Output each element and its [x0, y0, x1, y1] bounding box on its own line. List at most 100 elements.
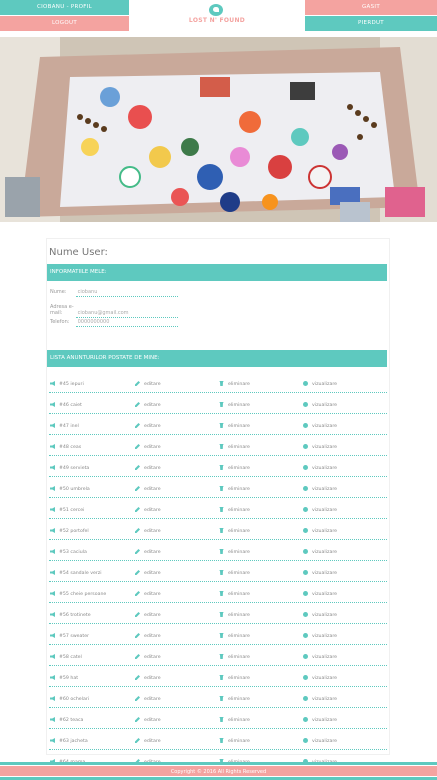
post-title-link[interactable]: #51 cercei	[50, 507, 84, 513]
view-link[interactable]: vizualizare	[303, 717, 337, 723]
profile-button[interactable]: CIOBANU - PROFIL	[0, 0, 129, 15]
edit-link[interactable]: editare	[135, 654, 161, 660]
edit-label: editare	[144, 634, 161, 639]
view-link[interactable]: vizualizare	[303, 507, 337, 513]
post-title-link[interactable]: #46 caiet	[50, 402, 82, 408]
post-title-link[interactable]: #52 portofel	[50, 528, 89, 534]
delete-label: eliminare	[228, 466, 250, 471]
view-link[interactable]: vizualizare	[303, 591, 337, 597]
edit-link[interactable]: editare	[135, 507, 161, 513]
edit-link[interactable]: editare	[135, 465, 161, 471]
post-title-link[interactable]: #62 teaca	[50, 717, 83, 723]
delete-link[interactable]: eliminare	[219, 528, 250, 534]
delete-link[interactable]: eliminare	[219, 423, 250, 429]
view-link[interactable]: vizualizare	[303, 633, 337, 639]
delete-label: eliminare	[228, 403, 250, 408]
logout-button[interactable]: LOGOUT	[0, 16, 129, 31]
edit-label: editare	[144, 655, 161, 660]
megaphone-icon	[50, 465, 55, 470]
megaphone-icon	[50, 486, 55, 491]
email-field[interactable]: ciobanu@gmail.com	[75, 310, 178, 318]
delete-link[interactable]: eliminare	[219, 402, 250, 408]
edit-link[interactable]: editare	[135, 696, 161, 702]
view-link[interactable]: vizualizare	[303, 696, 337, 702]
post-title-link[interactable]: #53 caciula	[50, 549, 87, 555]
delete-link[interactable]: eliminare	[219, 444, 250, 450]
view-link[interactable]: vizualizare	[303, 444, 337, 450]
view-link[interactable]: vizualizare	[303, 549, 337, 555]
delete-link[interactable]: eliminare	[219, 717, 250, 723]
delete-label: eliminare	[228, 424, 250, 429]
delete-link[interactable]: eliminare	[219, 591, 250, 597]
view-label: vizualizare	[312, 592, 338, 597]
post-title-link[interactable]: #54 sandale verzi	[50, 570, 102, 576]
edit-label: editare	[144, 571, 161, 576]
view-link[interactable]: vizualizare	[303, 612, 337, 618]
edit-link[interactable]: editare	[135, 717, 161, 723]
delete-link[interactable]: eliminare	[219, 381, 250, 387]
delete-link[interactable]: eliminare	[219, 738, 250, 744]
view-link[interactable]: vizualizare	[303, 570, 337, 576]
view-link[interactable]: vizualizare	[303, 738, 337, 744]
view-link[interactable]: vizualizare	[303, 402, 337, 408]
delete-link[interactable]: eliminare	[219, 612, 250, 618]
post-title-link[interactable]: #63 jacheta	[50, 738, 88, 744]
edit-link[interactable]: editare	[135, 591, 161, 597]
view-link[interactable]: vizualizare	[303, 423, 337, 429]
delete-link[interactable]: eliminare	[219, 675, 250, 681]
lost-button[interactable]: PIERDUT	[305, 16, 437, 31]
post-title-link[interactable]: #55 cheie persoane	[50, 591, 106, 597]
delete-link[interactable]: eliminare	[219, 633, 250, 639]
post-title-link[interactable]: #48 ceas	[50, 444, 81, 450]
profile-panel: Nume User: INFORMATIILE MELE: Nume: ciob…	[46, 238, 390, 771]
view-label: vizualizare	[312, 382, 338, 387]
view-link[interactable]: vizualizare	[303, 465, 337, 471]
post-title-link[interactable]: #57 sweater	[50, 633, 89, 639]
edit-link[interactable]: editare	[135, 549, 161, 555]
post-title-link[interactable]: #45 iepuri	[50, 381, 84, 387]
delete-link[interactable]: eliminare	[219, 465, 250, 471]
delete-link[interactable]: eliminare	[219, 486, 250, 492]
post-title-link[interactable]: #50 umbrela	[50, 486, 90, 492]
edit-link[interactable]: editare	[135, 423, 161, 429]
delete-link[interactable]: eliminare	[219, 654, 250, 660]
edit-link[interactable]: editare	[135, 381, 161, 387]
delete-link[interactable]: eliminare	[219, 696, 250, 702]
eye-icon	[303, 465, 308, 470]
edit-link[interactable]: editare	[135, 528, 161, 534]
delete-link[interactable]: eliminare	[219, 570, 250, 576]
edit-link[interactable]: editare	[135, 675, 161, 681]
delete-link[interactable]: eliminare	[219, 549, 250, 555]
edit-link[interactable]: editare	[135, 570, 161, 576]
view-link[interactable]: vizualizare	[303, 675, 337, 681]
view-link[interactable]: vizualizare	[303, 486, 337, 492]
post-title-link[interactable]: #49 servieta	[50, 465, 89, 471]
megaphone-icon	[50, 444, 55, 449]
post-row: #49 servieta editare eliminare vizualizare	[49, 456, 387, 477]
edit-link[interactable]: editare	[135, 486, 161, 492]
post-title-link[interactable]: #59 hat	[50, 675, 78, 681]
post-title-link[interactable]: #47 inel	[50, 423, 79, 429]
edit-link[interactable]: editare	[135, 612, 161, 618]
found-button[interactable]: GASIT	[305, 0, 437, 15]
post-title-link[interactable]: #60 ochelari	[50, 696, 89, 702]
site-logo[interactable]: LOST N' FOUND	[129, 0, 305, 31]
view-link[interactable]: vizualizare	[303, 381, 337, 387]
post-title-link[interactable]: #58 catel	[50, 654, 82, 660]
view-link[interactable]: vizualizare	[303, 654, 337, 660]
edit-link[interactable]: editare	[135, 633, 161, 639]
post-title: #45 iepuri	[59, 382, 84, 387]
view-link[interactable]: vizualizare	[303, 528, 337, 534]
pencil-icon	[135, 570, 140, 575]
eye-icon	[303, 675, 308, 680]
edit-link[interactable]: editare	[135, 444, 161, 450]
edit-label: editare	[144, 445, 161, 450]
pencil-icon	[135, 402, 140, 407]
delete-link[interactable]: eliminare	[219, 507, 250, 513]
edit-link[interactable]: editare	[135, 738, 161, 744]
post-title-link[interactable]: #56 trotinete	[50, 612, 91, 618]
eye-icon	[303, 423, 308, 428]
phone-field[interactable]: 0000000000	[75, 319, 178, 327]
edit-link[interactable]: editare	[135, 402, 161, 408]
name-field[interactable]: ciobanu	[75, 289, 178, 297]
